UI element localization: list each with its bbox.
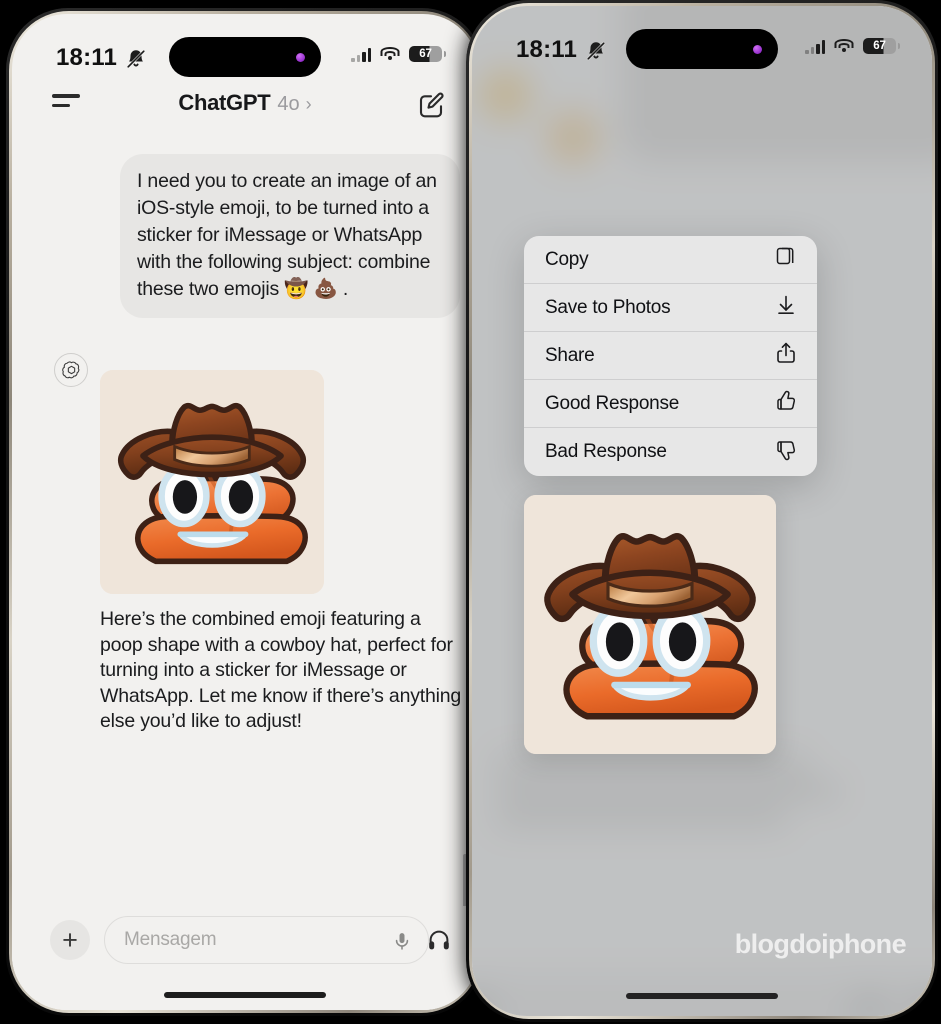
hamburger-menu-icon[interactable] xyxy=(52,94,82,113)
watermark: blogdoiphone xyxy=(734,929,907,959)
cowboy-poop-emoji-sticker xyxy=(524,495,776,754)
right-phone-screen: 18:11 67 Copy Save to Photos Share Good … xyxy=(472,6,932,1016)
status-time: 18:11 xyxy=(516,36,578,63)
context-menu-item-share[interactable]: Share xyxy=(524,332,817,380)
user-message-bubble: I need you to create an image of an iOS-… xyxy=(120,154,460,318)
wifi-icon xyxy=(380,46,400,62)
bell-slash-icon xyxy=(585,40,607,67)
thumbs-down-icon xyxy=(774,438,798,467)
screenshot-stage: 18:11 67 ChatGPT 4o › I need you to crea… xyxy=(0,0,941,1024)
context-menu-item-good-response[interactable]: Good Response xyxy=(524,380,817,428)
copy-icon xyxy=(774,245,798,274)
context-menu-item-label: Save to Photos xyxy=(545,296,671,318)
context-menu-item-label: Share xyxy=(545,344,595,366)
context-menu-item-bad-response[interactable]: Bad Response xyxy=(524,428,817,476)
status-bar: 18:11 67 xyxy=(12,14,478,77)
page-title[interactable]: ChatGPT 4o › xyxy=(178,90,311,116)
bell-slash-icon xyxy=(125,48,147,75)
chat-scroll-area[interactable]: I need you to create an image of an iOS-… xyxy=(12,138,478,1010)
recording-dot-indicator xyxy=(753,44,762,54)
openai-logo-icon xyxy=(54,353,88,387)
recording-dot-indicator xyxy=(296,52,305,62)
download-icon xyxy=(774,293,798,322)
generated-image-card[interactable] xyxy=(100,370,324,594)
dynamic-island xyxy=(169,37,321,77)
composer-bar: + Mensagem xyxy=(12,906,478,1010)
dynamic-island xyxy=(626,29,778,69)
wifi-icon xyxy=(834,38,854,54)
context-menu-item-label: Bad Response xyxy=(545,441,667,462)
context-menu-item-label: Good Response xyxy=(545,392,680,414)
left-phone-screen: 18:11 67 ChatGPT 4o › I need you to crea… xyxy=(12,14,478,1010)
right-phone-device: 18:11 67 Copy Save to Photos Share Good … xyxy=(466,0,938,1022)
share-icon xyxy=(774,341,798,370)
status-right-group: 67 xyxy=(351,46,446,62)
status-time: 18:11 xyxy=(56,44,118,71)
assistant-message-text: Here’s the combined emoji featuring a po… xyxy=(100,608,462,732)
left-phone-device: 18:11 67 ChatGPT 4o › I need you to crea… xyxy=(6,8,484,1016)
battery-percent: 67 xyxy=(873,40,886,52)
home-indicator xyxy=(626,993,778,999)
status-bar: 18:11 67 xyxy=(472,6,932,69)
home-indicator xyxy=(164,992,326,998)
battery-percent: 67 xyxy=(419,48,432,60)
context-menu: Copy Save to Photos Share Good Response … xyxy=(524,236,817,476)
message-input[interactable]: Mensagem xyxy=(104,916,429,964)
headphones-icon[interactable] xyxy=(426,928,452,957)
nav-bar: ChatGPT 4o › xyxy=(12,76,478,138)
focused-image-card[interactable] xyxy=(524,495,776,754)
battery-icon: 67 xyxy=(863,38,900,54)
chevron-right-icon: › xyxy=(305,94,312,114)
status-right-group: 67 xyxy=(805,38,900,54)
attach-plus-button[interactable]: + xyxy=(50,920,90,960)
battery-icon: 67 xyxy=(409,46,446,62)
context-menu-item-label: Copy xyxy=(545,248,589,270)
context-menu-item-copy[interactable]: Copy xyxy=(524,236,817,284)
cowboy-poop-emoji-sticker xyxy=(100,370,324,594)
compose-icon[interactable] xyxy=(416,90,446,120)
thumbs-up-icon xyxy=(774,389,798,418)
cellular-signal-icon xyxy=(351,47,371,62)
message-placeholder: Mensagem xyxy=(124,929,217,950)
context-menu-item-save-to-photos[interactable]: Save to Photos xyxy=(524,284,817,332)
microphone-icon[interactable] xyxy=(392,929,412,958)
cellular-signal-icon xyxy=(805,39,825,54)
app-title: ChatGPT xyxy=(178,90,271,115)
model-label: 4o xyxy=(277,93,300,115)
